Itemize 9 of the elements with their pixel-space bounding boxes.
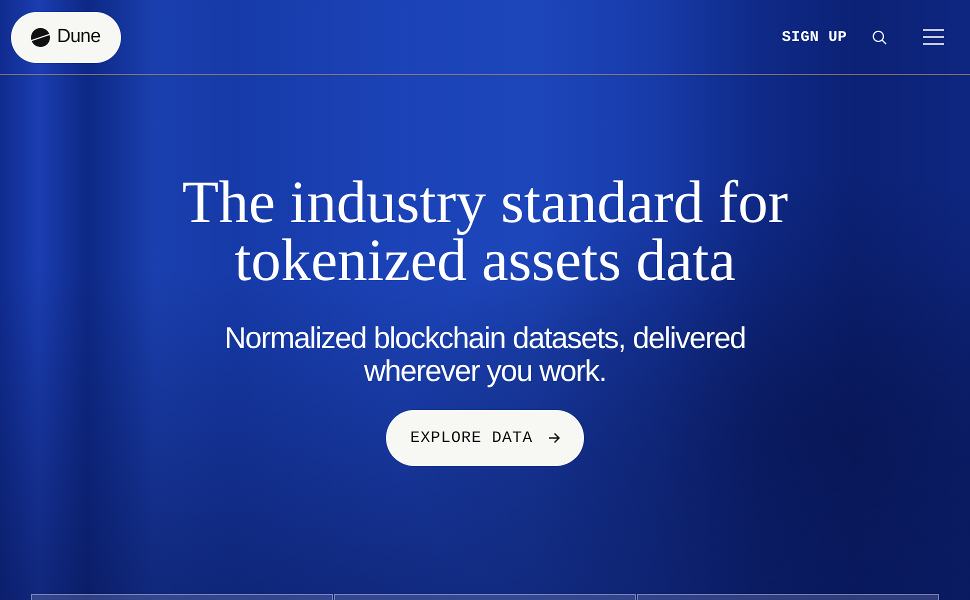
hero-subheading: Normalized blockchain datasets, delivered wherever you work. bbox=[224, 322, 746, 388]
search-icon[interactable] bbox=[872, 30, 887, 44]
arrow-right-icon bbox=[548, 432, 560, 444]
logo-icon bbox=[31, 28, 50, 46]
hero-heading: The industry standard for tokenized assets data bbox=[181, 173, 789, 289]
sign-up-link[interactable]: SIGN UP bbox=[782, 28, 847, 46]
logo-link[interactable]: Dune bbox=[11, 12, 121, 62]
explore-data-button[interactable]: EXPLORE DATA bbox=[386, 410, 584, 466]
menu-icon[interactable] bbox=[923, 29, 944, 45]
